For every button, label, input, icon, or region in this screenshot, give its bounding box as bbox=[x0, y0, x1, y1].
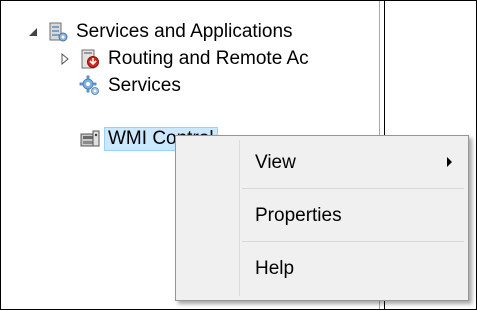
tree-node-services-and-applications[interactable]: Services and Applications bbox=[25, 19, 293, 45]
menu-item-label: Help bbox=[255, 258, 295, 279]
collapsed-arrow-icon[interactable] bbox=[57, 51, 73, 67]
context-menu: View Properties Help bbox=[175, 135, 469, 301]
menu-item-properties[interactable]: Properties bbox=[178, 193, 466, 239]
services-gear-icon bbox=[79, 75, 101, 97]
menu-item-help[interactable]: Help bbox=[178, 246, 466, 292]
menu-separator bbox=[242, 188, 464, 189]
tree-node-label: Services and Applications bbox=[76, 21, 293, 42]
submenu-arrow-icon bbox=[447, 157, 452, 167]
tree-node-label: Services bbox=[108, 75, 181, 96]
wmi-control-icon bbox=[79, 128, 101, 150]
services-applications-icon bbox=[47, 21, 69, 43]
tree-node-routing-remote-access[interactable]: Routing and Remote Ac bbox=[57, 46, 309, 72]
expanded-arrow-icon[interactable] bbox=[25, 24, 41, 40]
menu-item-label: Properties bbox=[255, 205, 342, 226]
routing-remote-access-icon bbox=[79, 48, 101, 70]
tree-top-edge bbox=[1, 1, 379, 5]
menu-item-view[interactable]: View bbox=[178, 140, 466, 186]
menu-item-label: View bbox=[255, 152, 296, 173]
mmc-window-frame: Services and Applications Routing and Re… bbox=[0, 0, 477, 310]
tree-node-services[interactable]: Services bbox=[79, 73, 181, 99]
tree-node-label: Routing and Remote Ac bbox=[108, 48, 309, 69]
menu-separator bbox=[242, 241, 464, 242]
